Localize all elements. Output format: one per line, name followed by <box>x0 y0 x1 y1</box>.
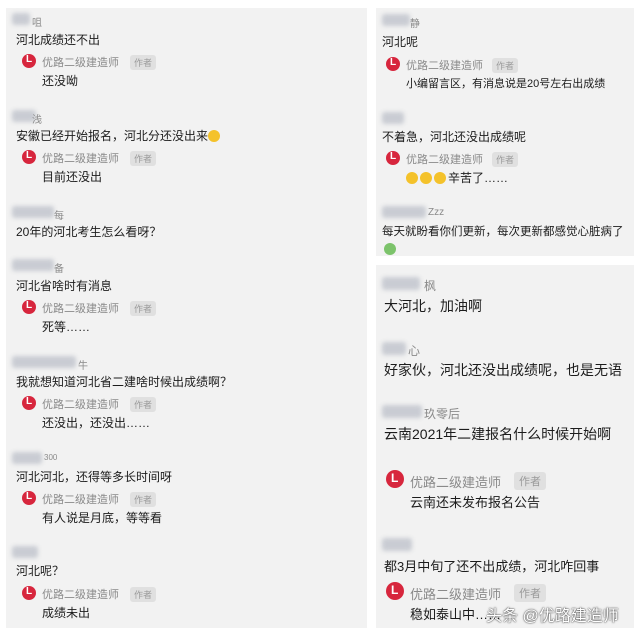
comment-text: 河北成绩还不出 <box>16 33 101 47</box>
author-badge: 作者 <box>130 55 157 70</box>
grin-emoji-icon <box>208 130 221 142</box>
comment-username[interactable]: 浅 <box>32 111 42 126</box>
author-badge: 作者 <box>514 472 546 490</box>
comment-username[interactable]: 心 <box>408 342 420 359</box>
author-logo-icon <box>22 586 36 600</box>
avatar <box>382 277 420 290</box>
author-badge: 作者 <box>130 587 157 602</box>
avatar <box>12 356 76 368</box>
author-logo-icon <box>386 470 404 488</box>
comment-username[interactable]: 300 <box>44 453 57 462</box>
author-badge: 作者 <box>514 584 546 602</box>
sick-emoji-icon <box>384 240 396 258</box>
reply-text: 目前还没出 <box>42 170 103 184</box>
author-name[interactable]: 优路二级建造师 <box>410 584 501 603</box>
avatar <box>382 405 422 418</box>
author-logo-icon <box>22 300 36 314</box>
crying-emoji-icon <box>406 172 418 184</box>
comment-text-content: 安徽已经开始报名，河北分还没出来 <box>16 129 209 143</box>
right-bottom-comment-panel: 枫 大河北，加油啊 心 好家伙，河北还没出成绩呢，也是无语 玖零后 云南2021… <box>376 265 634 628</box>
comment-text: 好家伙，河北还没出成绩呢，也是无语 <box>384 362 622 378</box>
reply-text: 还没出，还没出…… <box>42 416 151 430</box>
author-badge: 作者 <box>130 397 157 412</box>
comment-username[interactable]: 备 <box>54 260 64 275</box>
comment-text: 都3月中旬了还不出成绩，河北咋回事 <box>384 559 600 574</box>
author-logo-icon <box>22 396 36 410</box>
author-logo-icon <box>386 582 404 600</box>
reply-text: 成绩未出 <box>42 606 91 620</box>
author-name[interactable]: 优路二级建造师 <box>42 396 119 412</box>
avatar <box>12 206 54 218</box>
comment-text: 安徽已经开始报名，河北分还没出来 <box>16 127 222 144</box>
left-comment-panel: 咀 河北成绩还不出 优路二级建造师 作者 还没呦 浅 安徽已经开始报名，河北分还… <box>6 8 367 628</box>
comment-username[interactable]: Zzz <box>428 207 444 218</box>
comment-username[interactable]: 玖零后 <box>424 405 460 422</box>
comment-text: 每天就盼看你们更新，每次更新都感觉心脏病了 <box>382 223 624 239</box>
author-name[interactable]: 优路二级建造师 <box>406 151 483 167</box>
avatar <box>382 206 426 218</box>
comment-username[interactable]: 每 <box>54 207 64 222</box>
author-name[interactable]: 优路二级建造师 <box>42 150 119 166</box>
comment-text: 大河北，加油啊 <box>384 298 482 314</box>
avatar <box>382 538 412 551</box>
right-top-comment-panel: 静 河北呢 优路二级建造师 作者 小编留言区，有消息说是20号左右出成绩 不着急… <box>376 8 634 256</box>
author-logo-icon <box>22 491 36 505</box>
author-badge: 作者 <box>492 58 519 73</box>
reply-text: 还没呦 <box>42 74 79 88</box>
author-badge: 作者 <box>130 301 157 316</box>
author-logo-icon <box>386 151 400 165</box>
author-logo-icon <box>22 150 36 164</box>
comment-username[interactable]: 静 <box>410 15 420 30</box>
comment-text: 我就想知道河北省二建啥时候出成绩啊？ <box>16 375 233 389</box>
author-badge: 作者 <box>492 152 519 167</box>
comment-username[interactable]: 枫 <box>424 277 436 294</box>
author-badge: 作者 <box>130 492 157 507</box>
reply-text-content: 辛苦了…… <box>448 171 509 185</box>
comment-text: 河北呢？ <box>16 564 65 578</box>
comment-username[interactable]: 牛 <box>78 357 88 372</box>
watermark: 头条 @优路建造师 <box>486 608 619 625</box>
reply-text: 死等…… <box>42 320 91 334</box>
crying-emoji-icon <box>420 172 432 184</box>
avatar <box>382 342 406 355</box>
avatar <box>12 259 54 271</box>
avatar <box>12 546 38 558</box>
avatar <box>382 112 404 124</box>
reply-text: 有人说是月底，等等看 <box>42 511 163 525</box>
reply-text: 小编留言区，有消息说是20号左右出成绩 <box>406 78 606 90</box>
author-badge: 作者 <box>130 151 157 166</box>
author-name[interactable]: 优路二级建造师 <box>406 57 483 73</box>
author-logo-icon <box>22 54 36 68</box>
comment-text: 20年的河北考生怎么看呀？ <box>16 225 162 239</box>
comment-text: 河北河北，还得等多长时间呀 <box>16 470 173 484</box>
avatar <box>12 452 42 464</box>
avatar <box>12 13 30 25</box>
avatar <box>382 14 410 26</box>
comment-text: 云南2021年二建报名什么时候开始啊 <box>384 426 612 442</box>
crying-emoji-icon <box>434 172 446 184</box>
comment-username[interactable]: 咀 <box>32 14 42 29</box>
author-name[interactable]: 优路二级建造师 <box>42 491 119 507</box>
author-name[interactable]: 优路二级建造师 <box>410 472 501 491</box>
comment-text: 不着急，河北还没出成绩呢 <box>382 130 527 144</box>
comment-text-content: 每天就盼看你们更新，每次更新都感觉心脏病了 <box>382 226 624 238</box>
author-logo-icon <box>386 57 400 71</box>
comment-text: 河北省啥时有消息 <box>16 279 113 293</box>
author-name[interactable]: 优路二级建造师 <box>42 586 119 602</box>
author-name[interactable]: 优路二级建造师 <box>42 300 119 316</box>
reply-text: 辛苦了…… <box>406 169 508 186</box>
reply-text: 云南还未发布报名公告 <box>410 495 541 510</box>
author-name[interactable]: 优路二级建造师 <box>42 54 119 70</box>
comment-text: 河北呢 <box>382 35 419 49</box>
